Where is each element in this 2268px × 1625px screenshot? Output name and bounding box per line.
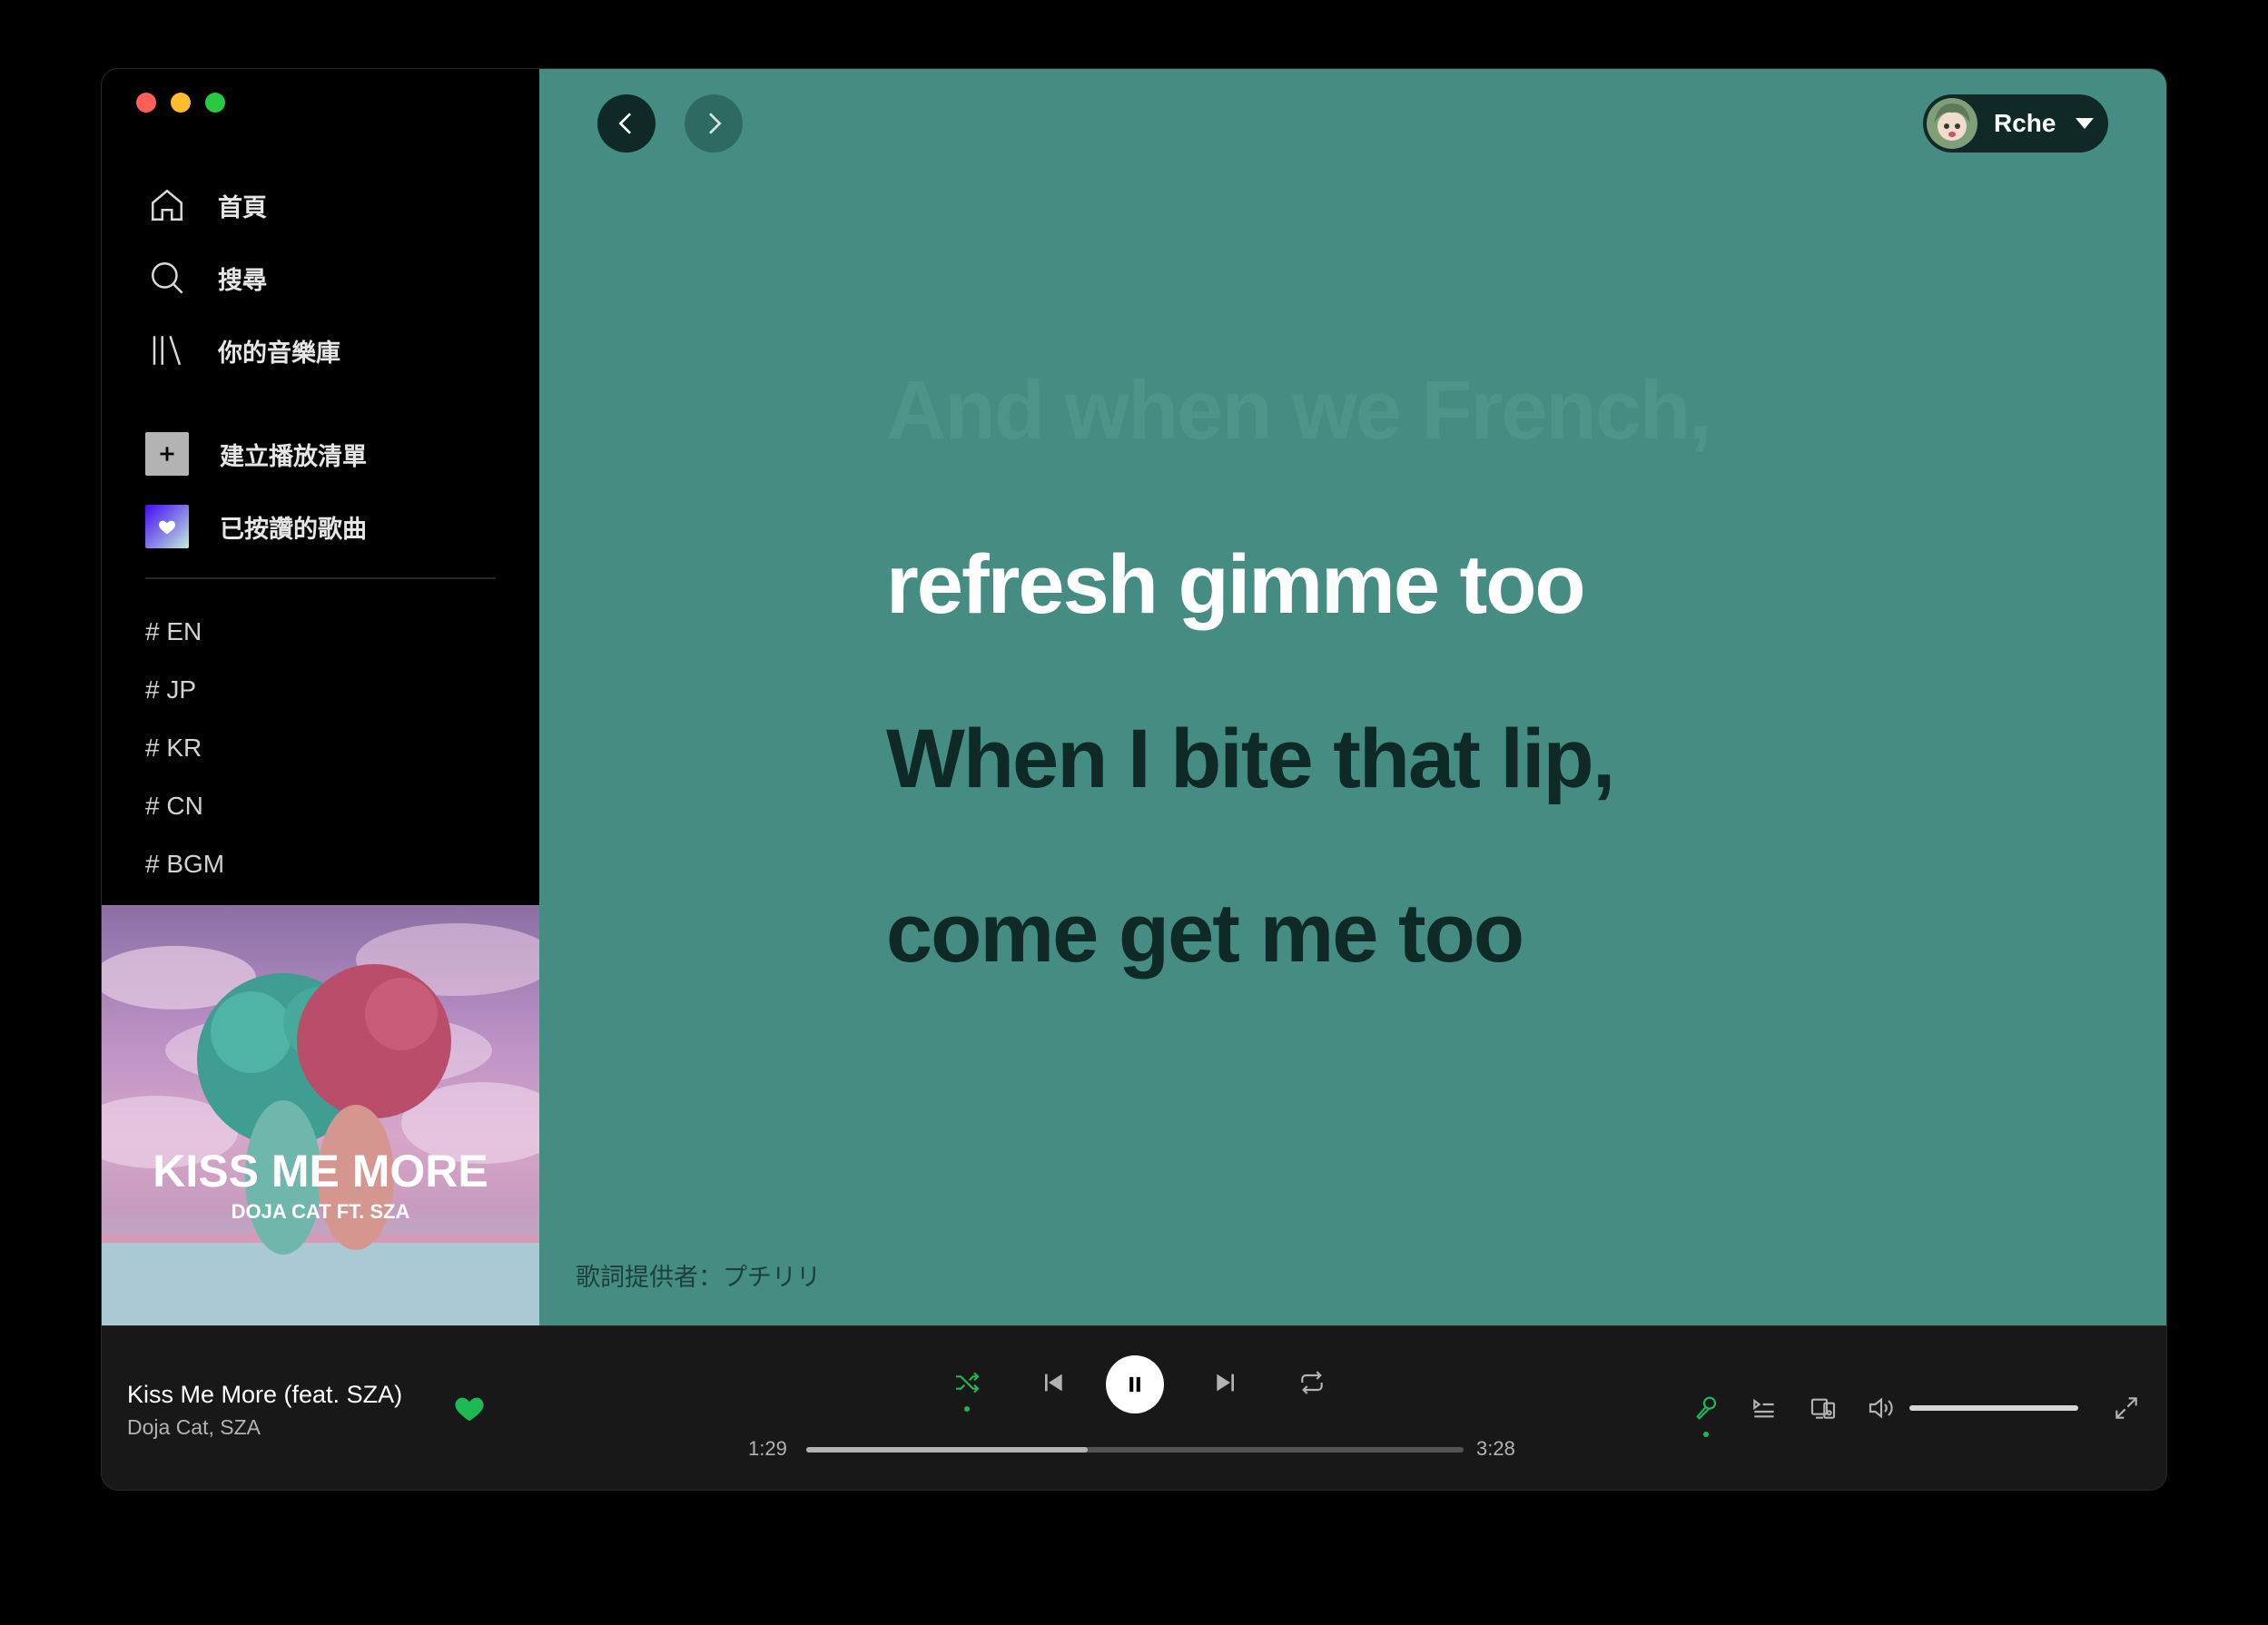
cover-subtitle: DOJA CAT FT. SZA	[232, 1200, 410, 1223]
close-window-button[interactable]	[136, 93, 156, 113]
home-icon	[147, 185, 187, 225]
track-artist[interactable]: Doja Cat, SZA	[127, 1415, 261, 1440]
playlist-actions: 建立播放清單 已按讚的歌曲	[145, 418, 367, 563]
caret-down-icon	[2076, 118, 2095, 129]
microphone-icon	[1696, 1396, 1717, 1420]
elapsed-time: 1:29	[748, 1437, 787, 1460]
playlist-item-cn[interactable]: # CN	[145, 777, 224, 835]
connect-device-button[interactable]	[1805, 1390, 1841, 1426]
forward-button[interactable]	[685, 94, 743, 153]
devices-icon	[1810, 1398, 1836, 1419]
total-duration: 3:28	[1476, 1437, 1515, 1460]
progress-fill	[806, 1447, 1088, 1453]
playlist-item-bgm[interactable]: # BGM	[145, 835, 224, 893]
album-art: KISS ME MORE DOJA CAT FT. SZA	[102, 923, 539, 1325]
nav-item-label: 首頁	[218, 193, 267, 222]
queue-button[interactable]	[1746, 1390, 1782, 1426]
nav-item-search[interactable]: 搜尋	[147, 241, 340, 314]
heart-icon	[145, 505, 189, 548]
chevron-right-icon	[709, 113, 722, 134]
lyric-line-upcoming[interactable]: come get me too	[886, 891, 1524, 975]
like-heart-icon[interactable]	[454, 1394, 485, 1423]
avatar	[1927, 98, 1977, 149]
progress-bar[interactable]	[806, 1447, 1464, 1453]
user-menu-button[interactable]: Rche	[1923, 94, 2108, 153]
playlist-item-kr[interactable]: # KR	[145, 719, 224, 777]
shuffle-icon	[956, 1372, 980, 1394]
liked-songs-button[interactable]: 已按讚的歌曲	[145, 490, 367, 563]
repeat-icon	[1301, 1371, 1323, 1394]
nav-item-home[interactable]: 首頁	[147, 169, 340, 241]
track-title[interactable]: Kiss Me More (feat. SZA)	[127, 1381, 402, 1409]
pause-icon	[1129, 1376, 1140, 1393]
skip-next-icon	[1217, 1374, 1234, 1392]
volume-fill	[1909, 1405, 2078, 1411]
mute-button[interactable]	[1863, 1390, 1899, 1426]
create-playlist-label: 建立播放清單	[220, 442, 367, 470]
plus-icon	[145, 432, 189, 476]
maximize-window-button[interactable]	[205, 93, 225, 113]
nav-item-label: 你的音樂庫	[218, 339, 340, 367]
create-playlist-button[interactable]: 建立播放清單	[145, 418, 367, 490]
nav-item-library[interactable]: 你的音樂庫	[147, 314, 340, 387]
pause-button[interactable]	[1106, 1355, 1164, 1413]
app-window: 首頁 搜尋 你的音樂庫 建立播放清單 已按讚的歌曲 # EN # JP # KR…	[102, 69, 2166, 1490]
shuffle-active-indicator	[964, 1406, 970, 1412]
lyrics-button[interactable]	[1688, 1390, 1724, 1426]
playlist-list: # EN # JP # KR # CN # BGM	[145, 603, 224, 893]
sidebar: 首頁 搜尋 你的音樂庫 建立播放清單 已按讚的歌曲 # EN # JP # KR…	[102, 69, 539, 1325]
lyrics-view: Rche And when we French, refresh gimme t…	[539, 69, 2166, 1325]
fullscreen-icon	[2115, 1397, 2137, 1419]
lyrics-active-indicator	[1703, 1432, 1709, 1437]
lyric-line-past[interactable]: And when we French,	[886, 369, 1712, 452]
album-cover[interactable]: KISS ME MORE DOJA CAT FT. SZA	[102, 905, 539, 1325]
liked-songs-label: 已按讚的歌曲	[220, 515, 367, 543]
main-nav: 首頁 搜尋 你的音樂庫	[147, 169, 340, 387]
lyric-line-upcoming[interactable]: When I bite that lip,	[886, 717, 1615, 801]
window-controls	[136, 93, 225, 113]
shuffle-button[interactable]	[947, 1363, 987, 1403]
cover-title: KISS ME MORE	[153, 1146, 488, 1197]
playlist-item-en[interactable]: # EN	[145, 603, 224, 661]
search-icon	[147, 258, 187, 298]
volume-slider[interactable]	[1909, 1405, 2078, 1411]
skip-previous-icon	[1045, 1374, 1062, 1392]
back-button[interactable]	[597, 94, 656, 153]
lyrics-provider: 歌詞提供者：プチリリ	[576, 1264, 821, 1291]
fullscreen-button[interactable]	[2108, 1390, 2145, 1426]
next-button[interactable]	[1207, 1363, 1247, 1403]
volume-icon	[1869, 1397, 1893, 1419]
repeat-button[interactable]	[1292, 1363, 1332, 1403]
sidebar-divider	[145, 577, 496, 579]
minimize-window-button[interactable]	[171, 93, 191, 113]
lyric-line-current[interactable]: refresh gimme too	[886, 543, 1586, 626]
playlist-item-jp[interactable]: # JP	[145, 661, 224, 719]
chevron-left-icon	[618, 113, 631, 134]
nav-item-label: 搜尋	[218, 266, 267, 294]
library-icon	[147, 330, 187, 370]
player-bar: Kiss Me More (feat. SZA) Doja Cat, SZA 1…	[102, 1325, 2166, 1490]
previous-button[interactable]	[1032, 1363, 1072, 1403]
queue-icon	[1753, 1398, 1774, 1418]
user-name: Rche	[1994, 109, 2056, 137]
